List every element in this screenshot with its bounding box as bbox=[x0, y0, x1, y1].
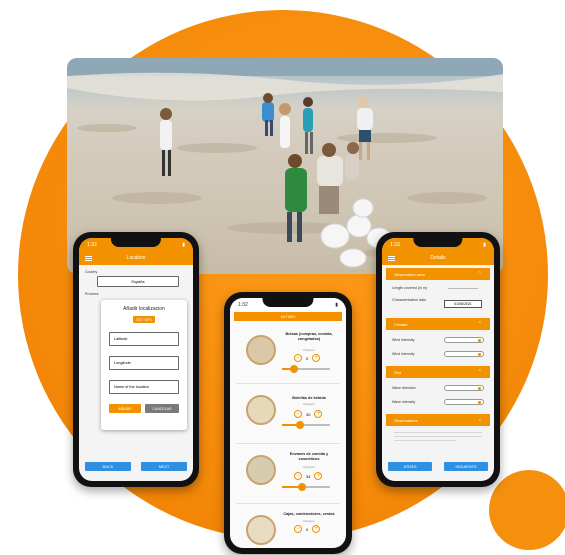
list-item: Envases de comida y cosméticos Ninguno −… bbox=[236, 446, 340, 504]
section-label: Sea bbox=[394, 369, 402, 375]
wave-direction-select[interactable] bbox=[444, 385, 484, 391]
item-sub: Ninguno bbox=[303, 402, 315, 406]
battery-icon: ▮ bbox=[483, 241, 486, 248]
longitude-field[interactable]: Longitude bbox=[109, 356, 179, 370]
battery-icon: ▮ bbox=[182, 241, 185, 248]
item-count: 34 bbox=[306, 473, 311, 479]
item-count: 0 bbox=[306, 526, 309, 532]
chevron-up-icon: ⌃ bbox=[477, 369, 482, 375]
status-time: 1:32 bbox=[238, 301, 248, 308]
bottles-image bbox=[246, 395, 276, 425]
characterization-label: Characterization date bbox=[392, 298, 427, 302]
quantity-slider[interactable] bbox=[282, 421, 330, 429]
phone-items-screen: 1:32 ▮ ULTIMO Bolsas (compras, comida, c… bbox=[224, 292, 352, 554]
quantity-stepper: − 30 + bbox=[294, 410, 323, 418]
app-bar: Location bbox=[79, 251, 193, 265]
country-select[interactable]: España bbox=[97, 276, 179, 287]
phone-location-screen: 1:32 ▮ Location Country España Province … bbox=[73, 232, 199, 487]
item-name: Envases de comida y cosméticos bbox=[289, 452, 329, 461]
province-label: Province bbox=[85, 292, 99, 296]
quantity-stepper: − 0 + bbox=[294, 354, 321, 362]
wave-intensity-select[interactable] bbox=[444, 399, 484, 405]
section-sea[interactable]: Sea ⌃ bbox=[386, 366, 490, 378]
plus-icon[interactable]: + bbox=[312, 354, 321, 362]
item-sub: Ninguno bbox=[303, 465, 315, 469]
next-button[interactable]: NEXT bbox=[141, 462, 187, 471]
add-location-dialog: Añadir localizacion GET GPS Latitude Lon… bbox=[101, 300, 187, 430]
item-count: 30 bbox=[306, 411, 311, 417]
length-covered-label: Length covered (in m) bbox=[392, 286, 427, 290]
quantity-stepper: − 0 + bbox=[294, 525, 321, 533]
list-item: Botellas de bebida Ninguno − 30 + bbox=[236, 386, 340, 444]
minus-icon[interactable]: − bbox=[294, 525, 302, 533]
wind-intensity2-select[interactable] bbox=[444, 351, 484, 357]
location-screen: 1:32 ▮ Location Country España Province … bbox=[79, 238, 193, 481]
tab-ultimo[interactable]: ULTIMO bbox=[234, 312, 342, 321]
cancel-button[interactable]: CANCELAR bbox=[145, 404, 179, 413]
list-item: Bolsas (compras, comida, congelados) Nin… bbox=[236, 326, 340, 384]
boxes-image bbox=[246, 515, 276, 545]
status-time: 1:32 bbox=[87, 241, 97, 248]
chevron-up-icon: ⌃ bbox=[477, 271, 482, 277]
plus-icon[interactable]: + bbox=[312, 525, 321, 533]
observations-text-placeholder bbox=[394, 432, 482, 446]
phone-notch bbox=[262, 298, 314, 307]
bags-image bbox=[246, 335, 276, 365]
item-count: 0 bbox=[306, 355, 309, 361]
characterization-date-field[interactable]: 01/06/2021 bbox=[444, 300, 482, 308]
back-button[interactable]: BACK bbox=[85, 462, 131, 471]
food-packaging-image bbox=[246, 455, 276, 485]
phone-notch bbox=[110, 238, 162, 247]
item-sub: Ninguno bbox=[303, 348, 315, 352]
items-screen: 1:32 ▮ ULTIMO Bolsas (compras, comida, c… bbox=[230, 298, 346, 548]
quantity-stepper: − 34 + bbox=[294, 472, 323, 480]
item-name: Cajas, contenedores, cestos bbox=[283, 512, 335, 516]
screen-title: Location bbox=[126, 255, 146, 261]
section-label: Observation area bbox=[394, 271, 425, 277]
battery-icon: ▮ bbox=[335, 301, 338, 308]
length-slider[interactable] bbox=[448, 288, 478, 289]
plus-icon[interactable]: + bbox=[314, 410, 323, 418]
country-label: Country bbox=[85, 270, 98, 274]
minus-icon[interactable]: − bbox=[294, 354, 302, 362]
location-name-field[interactable]: Name of the location bbox=[109, 380, 179, 394]
section-climate[interactable]: Climate ⌃ bbox=[386, 318, 490, 330]
latitude-field[interactable]: Latitude bbox=[109, 332, 179, 346]
decorative-orange-dot bbox=[489, 470, 565, 550]
dialog-title: Añadir localizacion bbox=[123, 306, 165, 312]
item-sub: Ninguno bbox=[303, 519, 315, 523]
phone-notch bbox=[413, 238, 463, 247]
get-gps-button[interactable]: GET GPS bbox=[133, 316, 155, 323]
quantity-slider[interactable] bbox=[282, 365, 330, 373]
details-screen: 1:33 ▮ Details Observation area ⌃ Length… bbox=[382, 238, 494, 481]
minus-icon[interactable]: − bbox=[294, 472, 302, 480]
section-label: Climate bbox=[394, 321, 408, 327]
section-label: Observations bbox=[394, 417, 418, 423]
plus-icon[interactable]: + bbox=[314, 472, 323, 480]
minus-icon[interactable]: − bbox=[294, 410, 302, 418]
add-button[interactable]: AÑADIR bbox=[109, 404, 141, 413]
app-bar: Details bbox=[382, 251, 494, 265]
chevron-up-icon: ⌃ bbox=[477, 321, 482, 327]
chevron-down-icon: ⌄ bbox=[477, 417, 482, 423]
quantity-slider[interactable] bbox=[282, 483, 330, 491]
back-button[interactable]: ATRÁS bbox=[388, 462, 432, 471]
section-observations[interactable]: Observations ⌄ bbox=[386, 414, 490, 426]
status-time: 1:33 bbox=[390, 241, 400, 248]
item-name: Botellas de bebida bbox=[292, 396, 326, 400]
wind-intensity-select[interactable] bbox=[444, 337, 484, 343]
next-button[interactable]: SIGUIENTE bbox=[444, 462, 488, 471]
screen-title: Details bbox=[430, 255, 446, 261]
section-observation-area[interactable]: Observation area ⌃ bbox=[386, 268, 490, 280]
list-item: Cajas, contenedores, cestos Ninguno − 0 … bbox=[236, 506, 340, 548]
item-name: Bolsas (compras, comida, congelados) bbox=[285, 332, 333, 341]
phone-details-screen: 1:33 ▮ Details Observation area ⌃ Length… bbox=[376, 232, 500, 487]
